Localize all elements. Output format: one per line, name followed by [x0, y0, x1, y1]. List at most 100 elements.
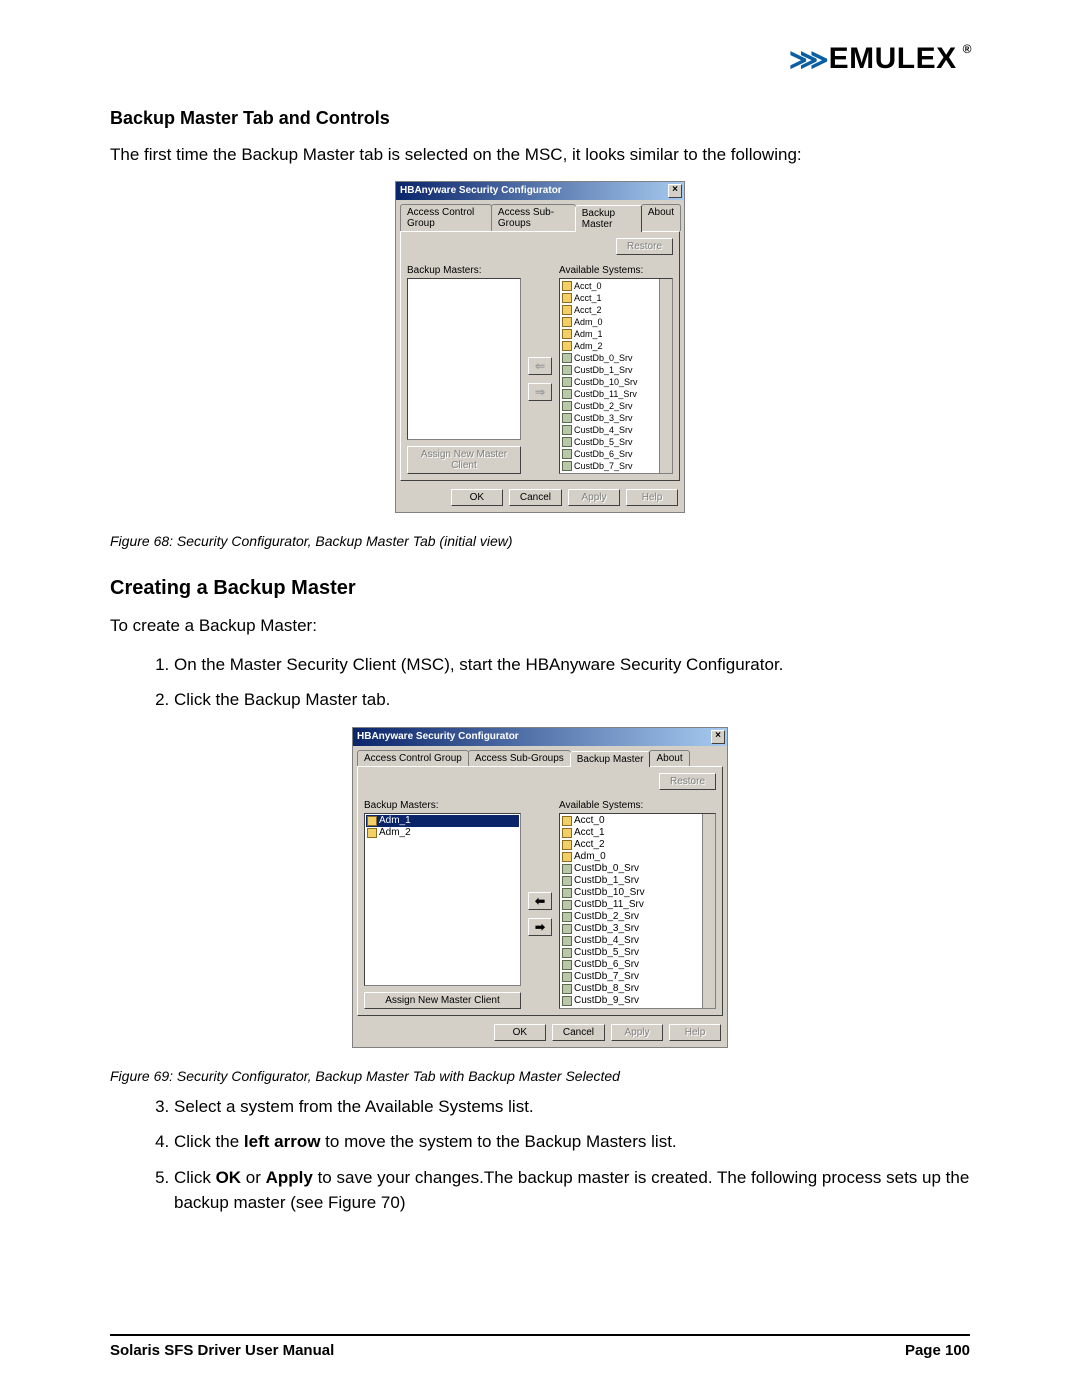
database-icon: [562, 449, 572, 459]
list-item[interactable]: CustDb_0_Srv: [561, 352, 671, 364]
list-item[interactable]: Acct_0: [561, 280, 671, 292]
tab-about[interactable]: About: [649, 750, 689, 766]
list-item[interactable]: CustDb_11_Srv: [561, 388, 671, 400]
list-item[interactable]: CustDb_4_Srv: [561, 424, 671, 436]
tab-access-control-group[interactable]: Access Control Group: [400, 204, 492, 231]
list-item[interactable]: CustDb_2_Srv: [561, 911, 714, 923]
fig69-dialog: HBAnyware Security Configurator × Access…: [352, 727, 728, 1048]
list-item[interactable]: Acct_1: [561, 827, 714, 839]
available-systems-list[interactable]: Acct_0Acct_1Acct_2Adm_0Adm_1Adm_2CustDb_…: [559, 278, 673, 474]
close-icon[interactable]: ×: [668, 184, 682, 198]
restore-button[interactable]: Restore: [659, 773, 716, 790]
dialog-button-row: OK Cancel Apply Help: [396, 485, 684, 512]
server-icon: [562, 828, 572, 838]
help-button[interactable]: Help: [669, 1024, 721, 1041]
tab-panel: Restore Backup Masters: Assign New Maste…: [400, 231, 680, 481]
step-5: Click OK or Apply to save your changes.T…: [174, 1165, 970, 1216]
list-item-label: Adm_0: [574, 851, 606, 863]
ok-button[interactable]: OK: [451, 489, 503, 506]
list-item[interactable]: Acct_1: [561, 292, 671, 304]
list-item-label: CustDb_10_Srv: [574, 887, 645, 899]
close-icon[interactable]: ×: [711, 730, 725, 744]
step-4-post: to move the system to the Backup Masters…: [320, 1132, 676, 1151]
list-item-label: CustDb_4_Srv: [574, 935, 639, 947]
list-item[interactable]: CustDb_10_Srv: [561, 887, 714, 899]
tab-backup-master[interactable]: Backup Master: [575, 205, 642, 232]
database-icon: [562, 413, 572, 423]
list-item[interactable]: CustDb_8_Srv: [561, 983, 714, 995]
database-icon: [562, 864, 572, 874]
move-left-button[interactable]: ⇐: [528, 357, 552, 375]
page-footer: Solaris SFS Driver User Manual Page 100: [110, 1334, 970, 1359]
list-item[interactable]: CustDb_1_Srv: [561, 364, 671, 376]
list-item[interactable]: CustDb_11_Srv: [561, 899, 714, 911]
list-item[interactable]: Adm_2: [366, 827, 519, 839]
tab-backup-master[interactable]: Backup Master: [570, 751, 651, 767]
list-item[interactable]: CustDb_4_Srv: [561, 935, 714, 947]
tab-access-sub-groups[interactable]: Access Sub-Groups: [468, 750, 571, 766]
move-right-button[interactable]: ➡: [528, 918, 552, 936]
steps-list-top: On the Master Security Client (MSC), sta…: [174, 652, 970, 713]
server-icon: [562, 317, 572, 327]
step-5-pre: Click: [174, 1168, 216, 1187]
assign-master-button[interactable]: Assign New Master Client: [407, 446, 521, 474]
apply-button[interactable]: Apply: [611, 1024, 663, 1041]
list-item[interactable]: Adm_0: [561, 316, 671, 328]
list-item[interactable]: CustDb_3_Srv: [561, 412, 671, 424]
available-systems-label: Available Systems:: [559, 265, 673, 276]
list-item[interactable]: Adm_2: [561, 340, 671, 352]
list-item[interactable]: CustDb_9_Srv: [561, 995, 714, 1007]
list-item[interactable]: Acct_2: [561, 304, 671, 316]
backup-masters-label: Backup Masters:: [407, 265, 521, 276]
list-item-label: CustDb_1_Srv: [574, 875, 639, 887]
ok-button[interactable]: OK: [494, 1024, 546, 1041]
list-item[interactable]: Adm_1: [561, 328, 671, 340]
move-left-button[interactable]: ⬅: [528, 892, 552, 910]
tab-access-control-group[interactable]: Access Control Group: [357, 750, 469, 766]
list-item[interactable]: CustDb_5_Srv: [561, 947, 714, 959]
dialog-title: HBAnyware Security Configurator: [400, 185, 562, 196]
list-item[interactable]: CustDb_7_Srv: [561, 971, 714, 983]
steps-list-bottom: Select a system from the Available Syste…: [174, 1094, 970, 1216]
list-item[interactable]: CustDb_6_Srv: [561, 448, 671, 460]
list-item[interactable]: CustDb_2_Srv: [561, 400, 671, 412]
move-right-button[interactable]: ⇒: [528, 383, 552, 401]
figure-69-caption: Figure 69: Security Configurator, Backup…: [110, 1068, 970, 1084]
list-item[interactable]: Adm_0: [561, 851, 714, 863]
list-item-label: CustDb_4_Srv: [574, 424, 633, 436]
list-item[interactable]: CustDb_6_Srv: [561, 959, 714, 971]
available-systems-label: Available Systems:: [559, 800, 716, 811]
available-systems-list[interactable]: Acct_0Acct_1Acct_2Adm_0CustDb_0_SrvCustD…: [559, 813, 716, 1009]
help-button[interactable]: Help: [626, 489, 678, 506]
list-item[interactable]: Acct_2: [561, 839, 714, 851]
list-item-label: Acct_2: [574, 839, 605, 851]
restore-button[interactable]: Restore: [616, 238, 673, 255]
database-icon: [562, 924, 572, 934]
server-icon: [562, 816, 572, 826]
list-item[interactable]: CustDb_7_Srv: [561, 460, 671, 472]
list-item[interactable]: CustDb_5_Srv: [561, 436, 671, 448]
tab-access-sub-groups[interactable]: Access Sub-Groups: [491, 204, 576, 231]
backup-masters-list[interactable]: [407, 278, 521, 440]
backup-masters-list[interactable]: Adm_1Adm_2: [364, 813, 521, 986]
list-item-label: Adm_2: [379, 827, 411, 839]
footer-page-number: Page 100: [905, 1342, 970, 1359]
cancel-button[interactable]: Cancel: [552, 1024, 605, 1041]
list-item[interactable]: Acct_0: [561, 815, 714, 827]
list-item[interactable]: CustDb_10_Srv: [561, 376, 671, 388]
apply-button[interactable]: Apply: [568, 489, 620, 506]
list-item-label: Adm_1: [574, 328, 603, 340]
assign-master-button[interactable]: Assign New Master Client: [364, 992, 521, 1009]
list-item[interactable]: CustDb_1_Srv: [561, 875, 714, 887]
list-item[interactable]: CustDb_0_Srv: [561, 863, 714, 875]
step-5-ok: OK: [216, 1168, 242, 1187]
database-icon: [562, 912, 572, 922]
tab-about[interactable]: About: [641, 204, 681, 231]
database-icon: [562, 425, 572, 435]
cancel-button[interactable]: Cancel: [509, 489, 562, 506]
list-item[interactable]: Adm_1: [366, 815, 519, 827]
database-icon: [562, 996, 572, 1006]
list-item[interactable]: CustDb_3_Srv: [561, 923, 714, 935]
registered-icon: ®: [963, 42, 972, 56]
list-item-label: CustDb_1_Srv: [574, 364, 633, 376]
